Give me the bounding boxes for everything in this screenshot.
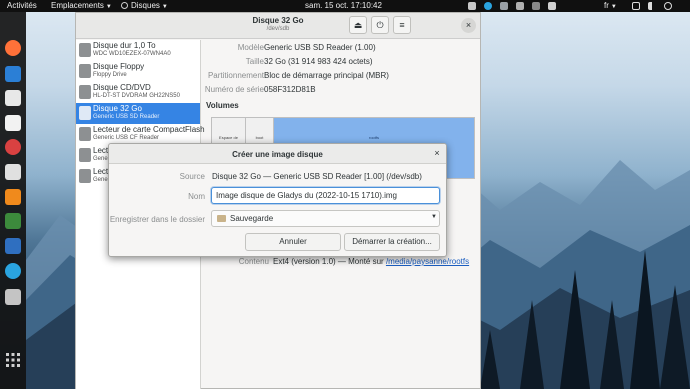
dock [0,12,26,389]
save-folder-select[interactable]: Sauvegarde ▼ [211,210,440,227]
device-detail: Gene [93,156,108,162]
content-text: Ext4 (version 1.0) — Monté sur [273,257,386,266]
caret-down-icon: ▼ [105,4,112,10]
show-apps-icon[interactable] [5,352,21,368]
vlc-icon[interactable] [5,189,21,205]
language-indicator[interactable]: fr ▼ [604,1,617,12]
activities-button[interactable]: Activités [7,1,37,11]
save-folder-label: Enregistrer dans le dossier [109,215,205,224]
tray-app-icon[interactable] [516,2,524,10]
files-icon[interactable] [5,164,21,180]
clock[interactable]: sam. 15 oct. 17:10:42 [305,1,382,11]
device-detail: Generic USB CF Reader [93,135,160,141]
help-icon[interactable] [5,139,21,155]
places-menu-label: Emplacements [51,1,104,10]
dialog-close-button[interactable]: × [432,148,442,158]
size-label: Taille [245,57,264,66]
screenshot-icon[interactable] [5,90,21,106]
content-label: Contenu [238,257,269,266]
hard-disk-icon [79,43,91,57]
model-value: Generic USB SD Reader (1.00) [264,43,376,52]
cancel-button[interactable]: Annuler [245,233,341,251]
start-creation-button[interactable]: Démarrer la création... [344,233,440,251]
name-label: Nom [188,192,205,201]
device-name: Lecteur de carte CompactFlash [93,125,205,134]
tray-app-icon[interactable] [500,2,508,10]
window-close-button[interactable]: × [461,18,476,33]
floppy-icon [79,64,91,78]
create-disk-image-dialog: Créer une image disque × Source Disque 3… [108,143,447,257]
device-name: Disque Floppy [93,62,145,71]
device-detail: Generic USB SD Reader [93,114,160,120]
eject-button[interactable]: ⏏ [349,16,367,34]
optical-drive-icon [79,85,91,99]
card-reader-icon [79,148,91,162]
network-icon[interactable] [632,2,640,10]
thunderbird-icon[interactable] [5,66,21,82]
chevron-down-icon: ▼ [431,214,437,220]
places-menu[interactable]: Emplacements ▼ [51,1,112,12]
serial-value: 058F312D81B [264,85,316,94]
disks-icon[interactable] [5,289,21,305]
content-value: Ext4 (version 1.0) — Monté sur /media/pa… [273,257,469,266]
device-detail: Gene [93,177,108,183]
size-value: 32 Go (31 914 983 424 octets) [264,57,373,66]
caret-down-icon: ▼ [161,4,168,10]
app-menu-label: Disques [131,1,160,10]
writer-icon[interactable] [5,238,21,254]
telegram-icon[interactable] [5,263,21,279]
calc-icon[interactable] [5,213,21,229]
model-label: Modèle [237,43,264,52]
device-name: Disque CD/DVD [93,83,151,92]
partitioning-value: Bloc de démarrage principal (MBR) [264,71,389,80]
language-label: fr [604,1,609,10]
close-icon: × [434,148,440,158]
hamburger-icon: ≡ [399,20,405,30]
dialog-title: Créer une image disque [232,150,323,159]
window-title: Disque 32 Go [252,16,304,25]
power-off-button[interactable]: ⏻ [371,16,389,34]
folder-icon [217,215,226,222]
telegram-tray-icon[interactable] [484,2,492,10]
device-item-selected[interactable]: Disque 32 Go Generic USB SD Reader [76,103,200,124]
power-icon: ⏻ [376,20,384,30]
close-icon: × [465,20,472,30]
device-detail: Floppy Drive [93,72,127,78]
card-reader-icon [79,127,91,141]
source-value: Disque 32 Go — Generic USB SD Reader [1.… [212,172,422,181]
volumes-heading: Volumes [206,101,239,110]
eject-icon: ⏏ [353,20,363,30]
card-reader-icon [79,169,91,183]
tray-app-icon[interactable] [468,2,476,10]
mount-point-link[interactable]: /media/paysanne/rootfs [386,257,469,266]
text-editor-icon[interactable] [5,115,21,131]
window-subtitle: /dev/sdb [266,26,290,32]
caret-down-icon: ▼ [610,4,617,10]
device-detail: HL-DT-ST DVDRAM GH22NS50 [93,93,180,99]
serial-label: Numéro de série [204,85,264,94]
image-name-input[interactable]: Image disque de Gladys du (2022-10-15 17… [211,187,440,204]
power-icon[interactable] [664,2,672,10]
volume-icon[interactable] [648,2,656,10]
partitioning-label: Partitionnement [207,71,264,80]
device-item[interactable]: Lecteur de carte CompactFlash Generic US… [76,124,205,145]
source-label: Source [179,172,205,181]
sd-card-icon [79,106,91,120]
save-folder-value: Sauvegarde [230,214,274,223]
disks-app-icon [121,2,128,9]
app-menu[interactable]: Disques ▼ [121,1,168,12]
firefox-icon[interactable] [5,40,21,56]
dialog-header: Créer une image disque × [109,144,446,164]
top-bar: Activités Emplacements ▼ Disques ▼ sam. 15… [0,0,690,12]
device-detail: WDC WD10EZEX-07WN4A0 [93,51,171,57]
menu-button[interactable]: ≡ [393,16,411,34]
tray-app-icon[interactable] [548,2,556,10]
header-bar: Disque 32 Go /dev/sdb ⏏ ⏻ ≡ × [76,13,480,39]
device-name: Disque 32 Go [93,104,142,113]
tray-app-icon[interactable] [532,2,540,10]
device-name: Disque dur 1,0 To [93,41,156,50]
